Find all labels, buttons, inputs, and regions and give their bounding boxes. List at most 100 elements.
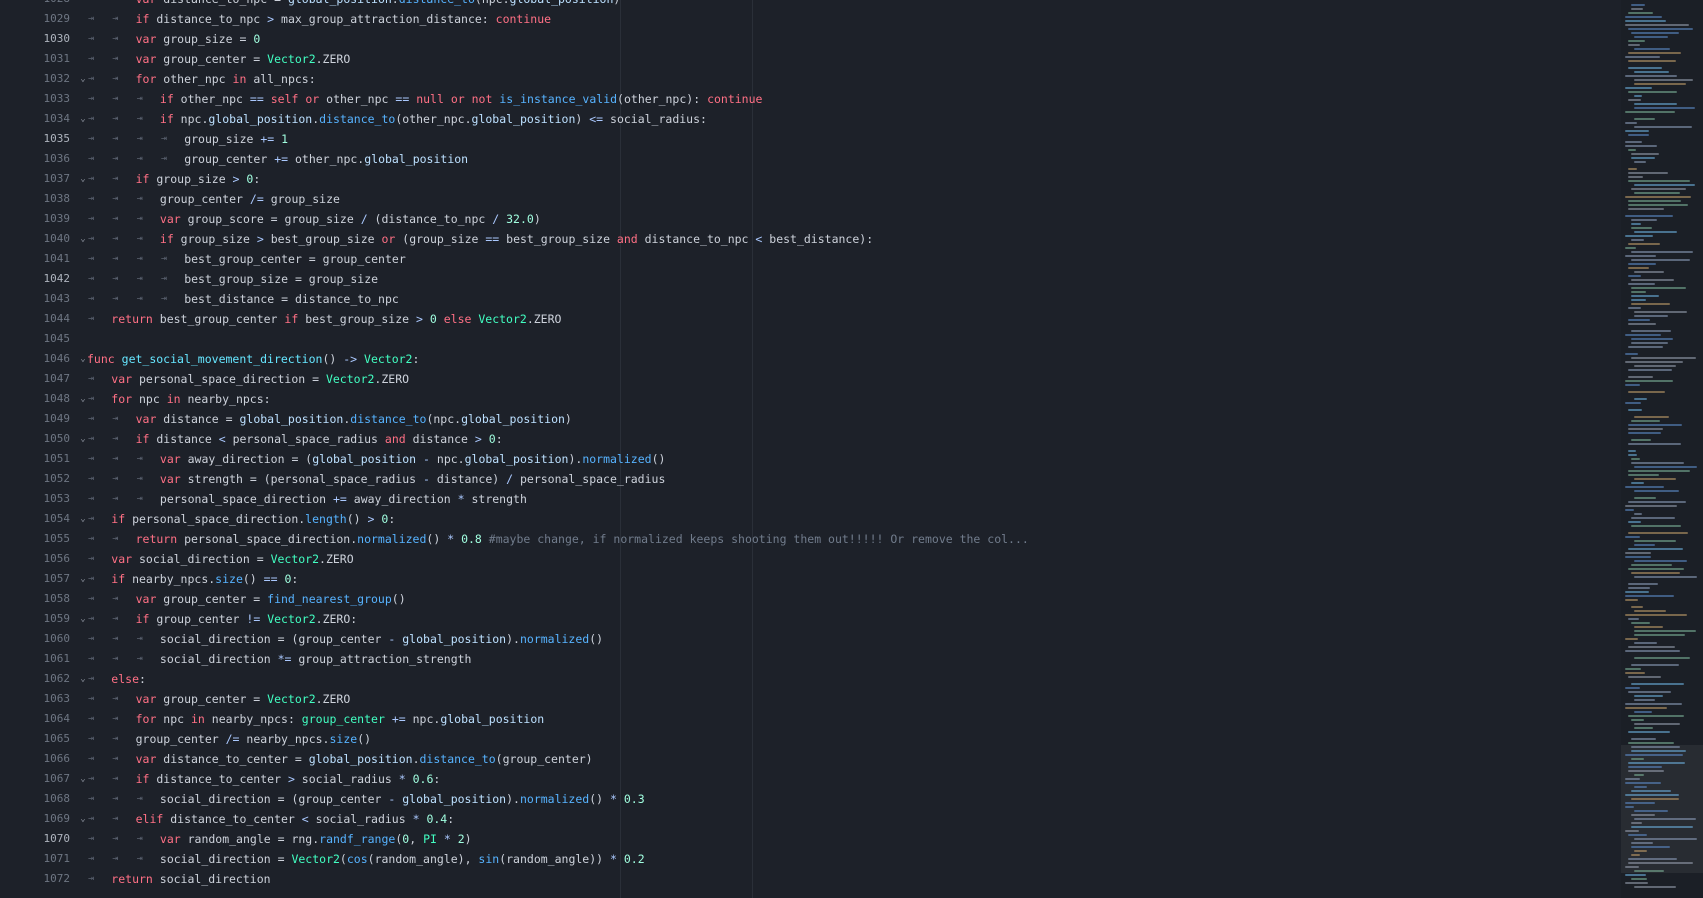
code-text[interactable]: var group_center = Vector2.ZERO xyxy=(136,689,351,709)
code-line[interactable]: 1064 ⇥ ⇥ for npc in nearby_npcs: group_cent… xyxy=(0,709,1610,729)
code-text[interactable]: for npc in nearby_npcs: xyxy=(111,389,270,409)
tab-marker-icon: ⇥ xyxy=(88,833,94,844)
code-line[interactable]: 1062 ⌄ ⇥ else: xyxy=(0,669,1610,689)
minimap-line xyxy=(1625,703,1682,705)
code-text[interactable]: func get_social_movement_direction() -> … xyxy=(87,349,419,369)
code-line[interactable]: 1069 ⌄ ⇥ ⇥ elif distance_to_center < social_… xyxy=(0,809,1610,829)
code-line[interactable]: 1061 ⇥ ⇥ ⇥ social_direction *= group_attract… xyxy=(0,649,1610,669)
code-line[interactable]: 1041 ⇥ ⇥ ⇥ ⇥ best_group_center = group_center xyxy=(0,249,1610,269)
code-line[interactable]: 1059 ⌄ ⇥ ⇥ if group_center != Vector2.ZERO: xyxy=(0,609,1610,629)
code-text[interactable]: var group_size = 0 xyxy=(136,29,261,49)
code-line[interactable]: 1031 ⇥ ⇥ var group_center = Vector2.ZERO xyxy=(0,49,1610,69)
code-line[interactable]: 1033 ⇥ ⇥ ⇥ if other_npc == self or other_npc… xyxy=(0,89,1610,109)
code-text[interactable]: group_center /= nearby_npcs.size() xyxy=(136,729,371,749)
code-line[interactable]: 1057 ⌄ ⇥ if nearby_npcs.size() == 0: xyxy=(0,569,1610,589)
code-line[interactable]: 1066 ⇥ ⇥ var distance_to_center = global_po… xyxy=(0,749,1610,769)
code-text[interactable]: group_center /= group_size xyxy=(160,189,340,209)
code-line[interactable]: 1058 ⇥ ⇥ var group_center = find_nearest_gr… xyxy=(0,589,1610,609)
code-line[interactable]: 1071 ⇥ ⇥ ⇥ social_direction = Vector2(cos(ra… xyxy=(0,849,1610,869)
code-line[interactable]: 1054 ⌄ ⇥ if personal_space_direction.length… xyxy=(0,509,1610,529)
code-text[interactable]: if distance_to_center > social_radius * … xyxy=(136,769,441,789)
code-text[interactable]: var distance = global_position.distance_… xyxy=(136,409,572,429)
code-token: best_group_size xyxy=(298,312,416,326)
code-line[interactable]: 1048 ⌄ ⇥ for npc in nearby_npcs: xyxy=(0,389,1610,409)
code-text[interactable]: social_direction = (group_center - globa… xyxy=(160,789,645,809)
code-line[interactable]: 1056 ⇥ var social_direction = Vector2.ZERO xyxy=(0,549,1610,569)
code-text[interactable]: var distance_to_npc = global_position.di… xyxy=(136,0,621,9)
code-text[interactable]: social_direction = Vector2(cos(random_an… xyxy=(160,849,645,869)
code-text[interactable]: for other_npc in all_npcs: xyxy=(136,69,316,89)
code-text[interactable]: var group_score = group_size / (distance… xyxy=(160,209,541,229)
code-line[interactable]: 1028 ⇥ ⇥ var distance_to_npc = global_posit… xyxy=(0,0,1610,9)
code-text[interactable]: return best_group_center if best_group_s… xyxy=(111,309,561,329)
code-text[interactable]: if distance < personal_space_radius and … xyxy=(136,429,503,449)
code-text[interactable]: personal_space_direction += away_directi… xyxy=(160,489,527,509)
code-line[interactable]: 1030 ⇥ ⇥ var group_size = 0 xyxy=(0,29,1610,49)
code-lines[interactable]: 1028 ⇥ ⇥ var distance_to_npc = global_posit… xyxy=(0,0,1610,889)
code-line[interactable]: 1047 ⇥ var personal_space_direction = Vect… xyxy=(0,369,1610,389)
code-line[interactable]: 1046 ⌄ func get_social_movement_direction(… xyxy=(0,349,1610,369)
code-line[interactable]: 1051 ⇥ ⇥ ⇥ var away_direction = (global_posi… xyxy=(0,449,1610,469)
code-line[interactable]: 1039 ⇥ ⇥ ⇥ var group_score = group_size / (d… xyxy=(0,209,1610,229)
code-line[interactable]: 1052 ⇥ ⇥ ⇥ var strength = (personal_space_ra… xyxy=(0,469,1610,489)
code-line[interactable]: 1034 ⌄ ⇥ ⇥ ⇥ if npc.global_position.distance_… xyxy=(0,109,1610,129)
code-text[interactable]: else: xyxy=(111,669,146,689)
code-token: global_position xyxy=(308,752,413,766)
code-text[interactable]: var personal_space_direction = Vector2.Z… xyxy=(111,369,409,389)
code-text[interactable]: best_group_center = group_center xyxy=(184,249,406,269)
code-line[interactable]: 1063 ⇥ ⇥ var group_center = Vector2.ZERO xyxy=(0,689,1610,709)
code-line[interactable]: 1068 ⇥ ⇥ ⇥ social_direction = (group_center … xyxy=(0,789,1610,809)
code-line[interactable]: 1067 ⌄ ⇥ ⇥ if distance_to_center > social_ra… xyxy=(0,769,1610,789)
code-line[interactable]: 1065 ⇥ ⇥ group_center /= nearby_npcs.size() xyxy=(0,729,1610,749)
code-line[interactable]: 1044 ⇥ return best_group_center if best_gr… xyxy=(0,309,1610,329)
code-line[interactable]: 1036 ⇥ ⇥ ⇥ ⇥ group_center += other_npc.global… xyxy=(0,149,1610,169)
code-text[interactable]: if other_npc == self or other_npc == nul… xyxy=(160,89,763,109)
code-text[interactable]: var group_center = Vector2.ZERO xyxy=(136,49,351,69)
code-text[interactable]: best_group_size = group_size xyxy=(184,269,378,289)
code-line[interactable]: 1040 ⌄ ⇥ ⇥ ⇥ if group_size > best_group_size … xyxy=(0,229,1610,249)
code-text[interactable]: group_center += other_npc.global_positio… xyxy=(184,149,468,169)
code-text[interactable]: best_distance = distance_to_npc xyxy=(184,289,399,309)
code-text[interactable]: for npc in nearby_npcs: group_center += … xyxy=(136,709,545,729)
code-line[interactable]: 1060 ⇥ ⇥ ⇥ social_direction = (group_center … xyxy=(0,629,1610,649)
code-text[interactable]: group_size += 1 xyxy=(184,129,288,149)
code-token: #maybe change, if normalized keeps shoot… xyxy=(488,532,1029,546)
code-line[interactable]: 1032 ⌄ ⇥ ⇥ for other_npc in all_npcs: xyxy=(0,69,1610,89)
code-line[interactable]: 1042 ⇥ ⇥ ⇥ ⇥ best_group_size = group_size xyxy=(0,269,1610,289)
code-text[interactable]: var away_direction = (global_position - … xyxy=(160,449,666,469)
code-line[interactable]: 1053 ⇥ ⇥ ⇥ personal_space_direction += away_… xyxy=(0,489,1610,509)
code-line[interactable]: 1050 ⌄ ⇥ ⇥ if distance < personal_space_radi… xyxy=(0,429,1610,449)
tab-marker-icon: ⇥ xyxy=(88,113,94,124)
code-line[interactable]: 1055 ⇥ ⇥ return personal_space_direction.no… xyxy=(0,529,1610,549)
minimap[interactable] xyxy=(1621,0,1703,898)
code-text[interactable]: if npc.global_position.distance_to(other… xyxy=(160,109,707,129)
code-text[interactable]: if distance_to_npc > max_group_attractio… xyxy=(136,9,551,29)
code-text[interactable]: if personal_space_direction.length() > 0… xyxy=(111,509,395,529)
code-line[interactable]: 1070 ⇥ ⇥ ⇥ var random_angle = rng.randf_rang… xyxy=(0,829,1610,849)
code-text[interactable]: return personal_space_direction.normaliz… xyxy=(136,529,1029,549)
code-text[interactable]: var distance_to_center = global_position… xyxy=(136,749,593,769)
code-token: var xyxy=(135,692,157,706)
code-text[interactable]: if group_size > 0: xyxy=(136,169,261,189)
code-text[interactable]: var random_angle = rng.randf_range(0, PI… xyxy=(160,829,472,849)
code-line[interactable]: 1072 ⇥ return social_direction xyxy=(0,869,1610,889)
code-text[interactable]: return social_direction xyxy=(111,869,270,889)
code-text[interactable]: if group_center != Vector2.ZERO: xyxy=(136,609,358,629)
code-line[interactable]: 1035 ⇥ ⇥ ⇥ ⇥ group_size += 1 xyxy=(0,129,1610,149)
code-line[interactable]: 1043 ⇥ ⇥ ⇥ ⇥ best_distance = distance_to_npc xyxy=(0,289,1610,309)
code-line[interactable]: 1029 ⇥ ⇥ if distance_to_npc > max_group_att… xyxy=(0,9,1610,29)
code-text[interactable]: elif distance_to_center < social_radius … xyxy=(136,809,455,829)
code-text[interactable]: var group_center = find_nearest_group() xyxy=(136,589,406,609)
code-line[interactable]: 1045 xyxy=(0,329,1610,349)
code-text[interactable]: social_direction = (group_center - globa… xyxy=(160,629,603,649)
code-editor[interactable]: 1028 ⇥ ⇥ var distance_to_npc = global_posit… xyxy=(0,0,1703,898)
code-text[interactable]: var social_direction = Vector2.ZERO xyxy=(111,549,353,569)
code-text[interactable]: if group_size > best_group_size or (grou… xyxy=(160,229,873,249)
code-text[interactable]: social_direction *= group_attraction_str… xyxy=(160,649,472,669)
code-text[interactable]: if nearby_npcs.size() == 0: xyxy=(111,569,298,589)
code-line[interactable]: 1049 ⇥ ⇥ var distance = global_position.dis… xyxy=(0,409,1610,429)
code-line[interactable]: 1038 ⇥ ⇥ ⇥ group_center /= group_size xyxy=(0,189,1610,209)
code-line[interactable]: 1037 ⌄ ⇥ ⇥ if group_size > 0: xyxy=(0,169,1610,189)
code-token: var xyxy=(159,832,181,846)
code-text[interactable]: var strength = (personal_space_radius - … xyxy=(160,469,665,489)
